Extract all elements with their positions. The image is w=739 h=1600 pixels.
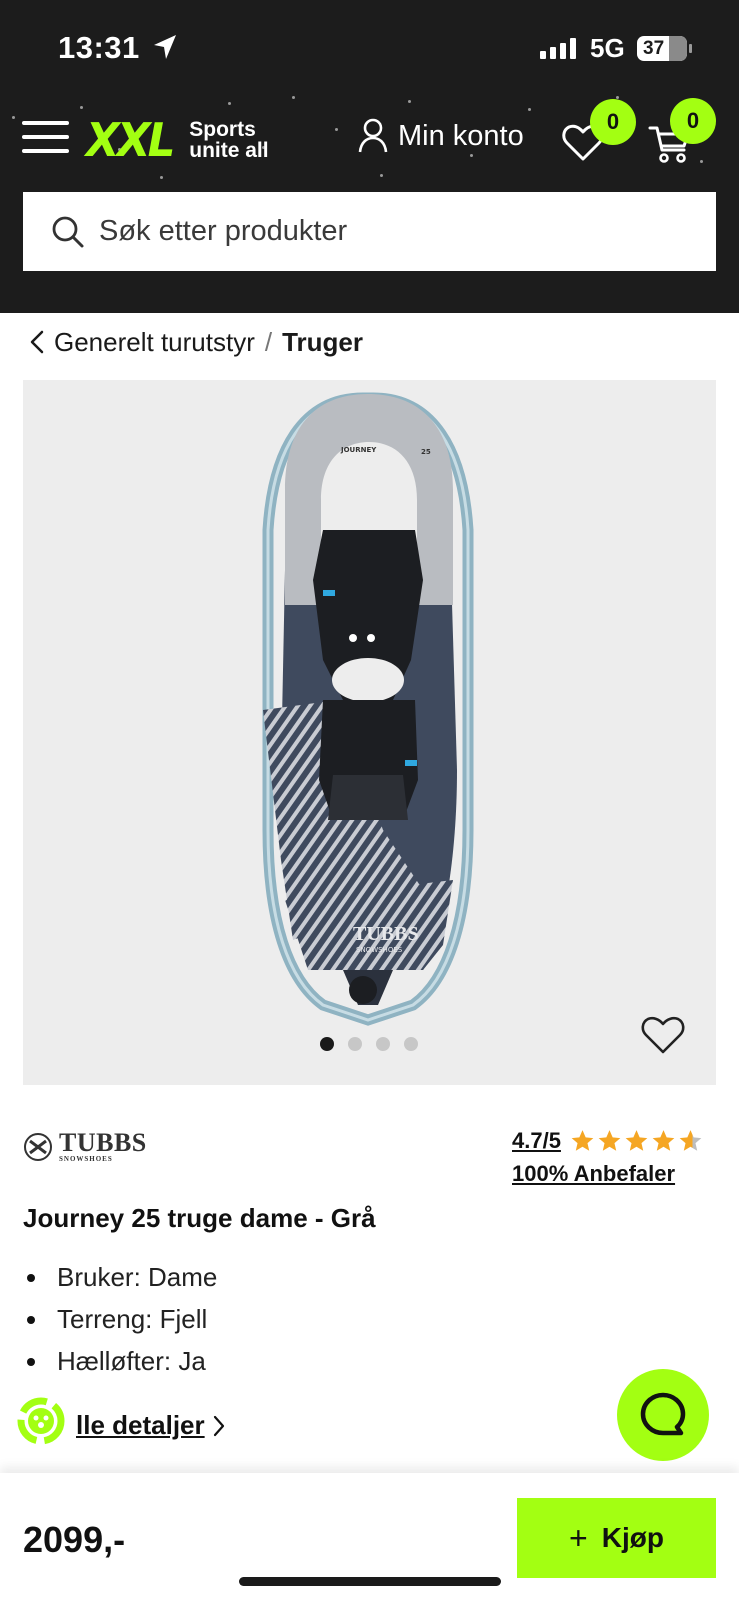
rating[interactable]: 4.7/5 <box>512 1128 704 1154</box>
product-print-model: JOURNEY <box>340 446 377 454</box>
home-indicator[interactable] <box>239 1577 501 1586</box>
xxl-logo[interactable]: XXL Sports unite all <box>86 110 269 170</box>
pagination-dot[interactable] <box>320 1037 334 1051</box>
star-icon <box>598 1130 621 1151</box>
feature-item: Hælløfter: Ja <box>23 1340 217 1382</box>
brand-logo[interactable]: TUBBS SNOWSHOES <box>23 1130 147 1163</box>
breadcrumb-parent-link[interactable]: Generelt turutstyr <box>54 327 255 358</box>
search-bar[interactable] <box>23 192 716 271</box>
half-star-icon <box>679 1130 702 1151</box>
buy-button-label: Kjøp <box>601 1522 664 1553</box>
cart-button[interactable]: 0 <box>648 98 716 169</box>
wishlist-count-badge: 0 <box>590 99 636 145</box>
star-icon <box>571 1130 594 1151</box>
logo-tagline-line-1: Sports <box>189 118 256 141</box>
recommend-link[interactable]: 100% Anbefaler <box>512 1161 675 1187</box>
battery-level: 37 <box>643 37 665 59</box>
logo-wordmark: XXL <box>86 113 176 167</box>
all-details-link[interactable]: lle detaljer <box>76 1410 225 1441</box>
pagination-dot[interactable] <box>404 1037 418 1051</box>
cart-count-badge: 0 <box>670 98 716 144</box>
user-icon <box>358 118 388 153</box>
search-icon <box>52 216 84 247</box>
feature-item: Bruker: Dame <box>23 1256 217 1298</box>
account-link[interactable]: Min konto <box>358 118 524 154</box>
rating-score[interactable]: 4.7/5 <box>512 1128 561 1154</box>
cellular-signal-icon <box>540 38 576 59</box>
logo-tagline-line-2: unite all <box>189 139 269 162</box>
menu-button[interactable] <box>22 121 69 154</box>
brand-name: TUBBS <box>59 1128 147 1157</box>
status-time: 13:31 <box>58 30 140 65</box>
star-icon <box>625 1130 648 1151</box>
status-bar: 13:31 5G 37 <box>0 0 739 88</box>
site-header: XXL Sports unite all Min konto 0 0 <box>0 88 739 313</box>
breadcrumb: Generelt turutstyr / Truger <box>30 322 363 362</box>
logo-tagline: Sports unite all <box>189 119 268 161</box>
tubbs-emblem-icon <box>24 1132 52 1161</box>
product-image: JOURNEY 25 TUBBS SNOWSHOES <box>262 392 474 1026</box>
product-print-sub: SNOWSHOES <box>356 946 403 954</box>
brand-subtitle: SNOWSHOES <box>59 1155 113 1163</box>
image-pagination[interactable] <box>320 1037 418 1051</box>
product-price: 2099,- <box>23 1519 126 1560</box>
star-icon <box>652 1130 675 1151</box>
battery-icon: 37 <box>637 36 692 61</box>
chevron-right-icon <box>213 1415 224 1436</box>
chevron-left-icon[interactable] <box>30 330 44 354</box>
plus-icon: + <box>569 1520 588 1556</box>
promo-badge-icon[interactable] <box>14 1394 68 1448</box>
purchase-bar: 2099,- + Kjøp <box>0 1473 739 1600</box>
product-print-brand: TUBBS <box>353 923 419 945</box>
buy-button[interactable]: + Kjøp <box>517 1498 716 1578</box>
location-arrow-icon <box>154 35 176 59</box>
favorite-heart-icon[interactable] <box>641 1016 685 1056</box>
breadcrumb-current: Truger <box>282 326 364 357</box>
product-image-gallery[interactable]: JOURNEY 25 TUBBS SNOWSHOES <box>23 380 716 1085</box>
all-details-label: lle detaljer <box>76 1410 205 1440</box>
pagination-dot[interactable] <box>348 1037 362 1051</box>
feature-item: Terreng: Fjell <box>23 1298 217 1340</box>
network-type: 5G <box>590 33 625 63</box>
wishlist-button[interactable]: 0 <box>562 99 636 167</box>
chat-button[interactable] <box>617 1369 709 1461</box>
star-rating <box>569 1128 704 1154</box>
product-title: Journey 25 truge dame - Grå <box>23 1203 376 1233</box>
chat-bubble-icon <box>640 1392 686 1436</box>
pagination-dot[interactable] <box>376 1037 390 1051</box>
account-label: Min konto <box>398 119 524 152</box>
feature-list: Bruker: Dame Terreng: Fjell Hælløfter: J… <box>23 1256 217 1382</box>
search-input[interactable] <box>99 215 659 248</box>
breadcrumb-separator: / <box>264 326 273 357</box>
product-print-size: 25 <box>421 448 431 456</box>
